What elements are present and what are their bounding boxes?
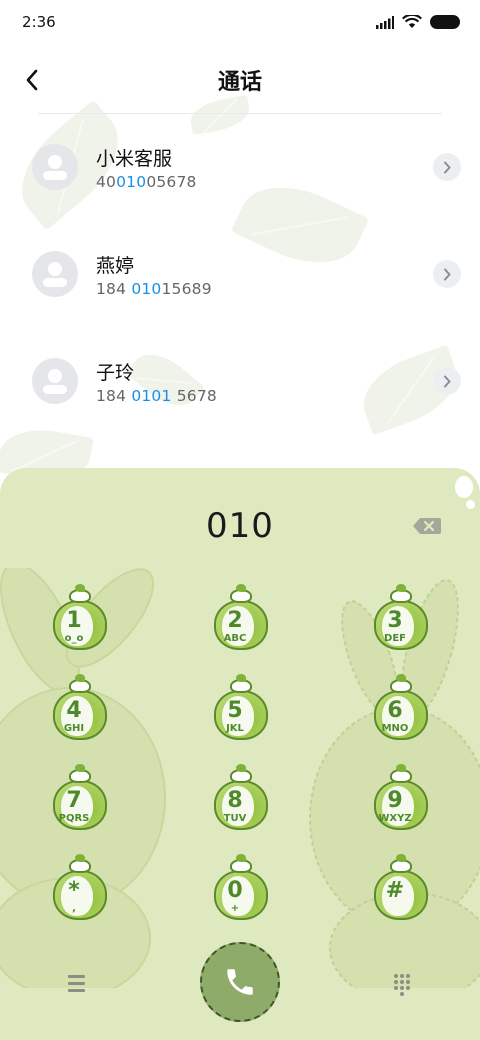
- wifi-icon: [402, 15, 422, 28]
- key-star[interactable]: * ,: [51, 854, 109, 922]
- key-0[interactable]: 0 +: [212, 854, 270, 922]
- signal-icon: [376, 15, 394, 29]
- key-1[interactable]: 1 o_o: [51, 584, 109, 652]
- chevron-right-icon: [444, 375, 451, 387]
- page-title: 通话: [217, 70, 262, 95]
- contact-list: 小米客服 4001005678 燕婷 184 01015689 子玲 184 0…: [0, 114, 480, 435]
- key-9[interactable]: 9 WXYZ: [372, 764, 430, 832]
- key-7[interactable]: 7 PQRS: [51, 764, 109, 832]
- delete-button[interactable]: [412, 515, 442, 537]
- contact-row[interactable]: 燕婷 184 01015689: [0, 221, 480, 328]
- menu-button[interactable]: [66, 973, 90, 995]
- contact-number: 184 01015689: [96, 280, 212, 298]
- phone-icon: [227, 969, 253, 995]
- contact-detail-button[interactable]: [433, 260, 461, 288]
- dialpad-toggle-button[interactable]: [392, 972, 412, 996]
- number-match-highlight: 0101: [131, 387, 172, 405]
- call-button[interactable]: [200, 942, 280, 1022]
- header: 通话: [0, 52, 480, 108]
- key-hash[interactable]: #: [372, 854, 430, 922]
- key-5[interactable]: 5 JKL: [212, 674, 270, 742]
- status-icons: [376, 15, 460, 29]
- contact-name: 小米客服: [96, 148, 173, 170]
- status-time: 2:36: [22, 13, 56, 31]
- avatar: [32, 251, 78, 297]
- contact-row[interactable]: 小米客服 4001005678: [0, 114, 480, 221]
- chevron-right-icon: [444, 161, 451, 173]
- key-8[interactable]: 8 TUV: [212, 764, 270, 832]
- key-6[interactable]: 6 MNO: [372, 674, 430, 742]
- backspace-icon: [413, 518, 441, 534]
- avatar: [32, 358, 78, 404]
- contact-name: 子玲: [96, 362, 135, 384]
- key-2[interactable]: 2 ABC: [212, 584, 270, 652]
- contact-row[interactable]: 子玲 184 0101 5678: [0, 328, 480, 435]
- battery-icon: [430, 15, 460, 29]
- status-bar: 2:36: [0, 0, 480, 44]
- chevron-right-icon: [444, 268, 451, 280]
- contact-name: 燕婷: [96, 255, 135, 277]
- number-match-highlight: 010: [116, 173, 147, 191]
- avatar: [32, 144, 78, 190]
- contact-number: 184 0101 5678: [96, 387, 217, 405]
- decorative-bubble: [455, 476, 473, 498]
- key-4[interactable]: 4 GHI: [51, 674, 109, 742]
- dialed-number: 010: [206, 506, 274, 546]
- dialer-bottom-bar: [0, 928, 480, 1040]
- key-3[interactable]: 3 DEF: [372, 584, 430, 652]
- contact-number: 4001005678: [96, 173, 197, 191]
- contact-detail-button[interactable]: [433, 153, 461, 181]
- dial-panel: 010 1 o_o 2 ABC 3 DEF 4 GHI 5 JKL 6 MNO: [0, 468, 480, 1040]
- number-match-highlight: 010: [131, 280, 162, 298]
- contact-detail-button[interactable]: [433, 367, 461, 395]
